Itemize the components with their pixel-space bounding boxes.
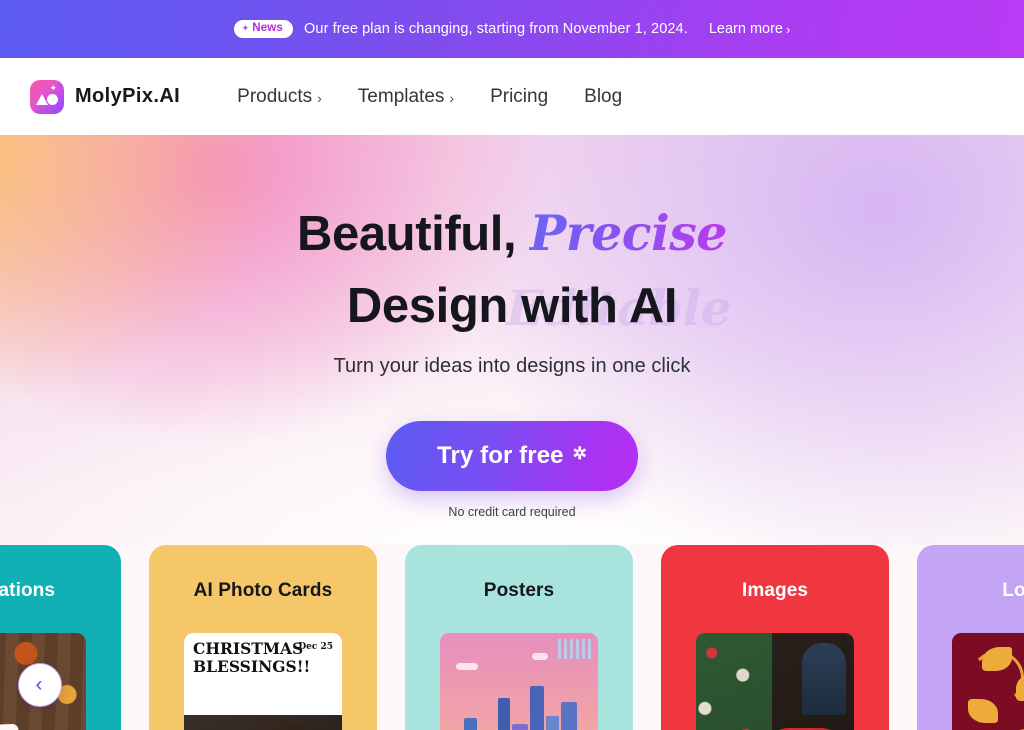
sparkle-icon: ✦ xyxy=(241,22,250,33)
card-title: Invitations xyxy=(0,580,56,601)
hero-headline: Beautiful, Precise Editable Design with … xyxy=(0,197,1024,343)
main-navigation: Products › Templates › Pricing Blog xyxy=(237,86,622,108)
cta-label: Try for free xyxy=(437,442,564,469)
nav-item-products[interactable]: Products › xyxy=(237,86,322,108)
nav-item-templates[interactable]: Templates › xyxy=(358,86,454,108)
nav-label: Pricing xyxy=(490,85,549,107)
cta-note: No credit card required xyxy=(448,505,576,519)
santa-christmas-image-thumbnail xyxy=(696,633,854,730)
chevron-left-icon: ‹ xyxy=(35,672,43,696)
carousel-card-images[interactable]: Images xyxy=(661,545,889,730)
chevron-down-icon: › xyxy=(449,89,455,106)
card-title: Logos xyxy=(1002,580,1024,601)
christmas-photo-card-thumbnail: CHRISTMAS BLESSINGS!! Dec 25 HAPPY xyxy=(184,633,342,730)
hero-subheadline: Turn your ideas into designs in one clic… xyxy=(333,355,691,377)
news-badge: ✦ News xyxy=(233,20,294,38)
thumbnail-date: Dec 25 xyxy=(298,642,333,652)
card-title: Images xyxy=(741,580,809,601)
carousel-track[interactable]: Invitations Gratitude YOU TO OUR AI Phot… xyxy=(0,545,1024,730)
card-title: AI Photo Cards xyxy=(193,580,333,601)
nav-item-blog[interactable]: Blog xyxy=(584,86,622,108)
try-for-free-button[interactable]: Try for free ✲ xyxy=(386,421,638,491)
logo-circle-shape xyxy=(47,93,58,105)
learn-more-label: Learn more xyxy=(708,21,783,37)
chevron-right-icon: › xyxy=(786,21,791,37)
sparkles-icon: ✲ xyxy=(572,444,587,463)
carousel-card-ai-photo-cards[interactable]: AI Photo Cards CHRISTMAS BLESSINGS!! Dec… xyxy=(149,545,377,730)
logo-sparkle-icon: ✦ xyxy=(49,82,57,93)
headline-line2-text: Design with AI xyxy=(346,279,678,333)
headline-line-1: Beautiful, Precise xyxy=(0,197,1024,270)
carousel-prev-button[interactable]: ‹ xyxy=(18,663,62,707)
nav-label: Products xyxy=(237,85,313,107)
molypix-logo-icon: ✦ xyxy=(30,79,64,114)
card-title: Posters xyxy=(483,580,555,601)
nav-label: Templates xyxy=(357,85,445,107)
news-banner: ✦ News Our free plan is changing, starti… xyxy=(0,0,1024,58)
category-carousel: Invitations Gratitude YOU TO OUR AI Phot… xyxy=(0,545,1024,730)
news-badge-label: News xyxy=(252,22,284,35)
news-banner-message: Our free plan is changing, starting from… xyxy=(304,21,688,37)
headline-rotating-word: Precise xyxy=(529,204,727,262)
brand-logo[interactable]: ✦ MolyPix.AI xyxy=(30,79,181,114)
headline-static-text: Beautiful, xyxy=(296,207,517,261)
wine-label-logo-thumbnail xyxy=(952,633,1024,730)
nav-item-pricing[interactable]: Pricing xyxy=(490,86,548,108)
learn-more-link[interactable]: Learn more › xyxy=(709,21,791,37)
hero-section: Beautiful, Precise Editable Design with … xyxy=(0,135,1024,545)
carousel-card-posters[interactable]: Posters xyxy=(405,545,633,730)
site-header: ✦ MolyPix.AI Products › Templates › Pric… xyxy=(0,58,1024,135)
headline-line-2: Editable Design with AI xyxy=(0,270,1024,343)
chevron-down-icon: › xyxy=(317,89,322,106)
landing-page: ✦ News Our free plan is changing, starti… xyxy=(0,0,1024,730)
hero-cta-group: Try for free ✲ No credit card required xyxy=(0,421,1024,519)
carousel-card-logos[interactable]: Logos xyxy=(917,545,1024,730)
brand-name: MolyPix.AI xyxy=(75,85,181,107)
carousel-card-invitations[interactable]: Invitations Gratitude YOU TO OUR xyxy=(0,545,121,730)
nav-label: Blog xyxy=(584,85,623,107)
city-skyline-poster-thumbnail xyxy=(440,633,598,730)
